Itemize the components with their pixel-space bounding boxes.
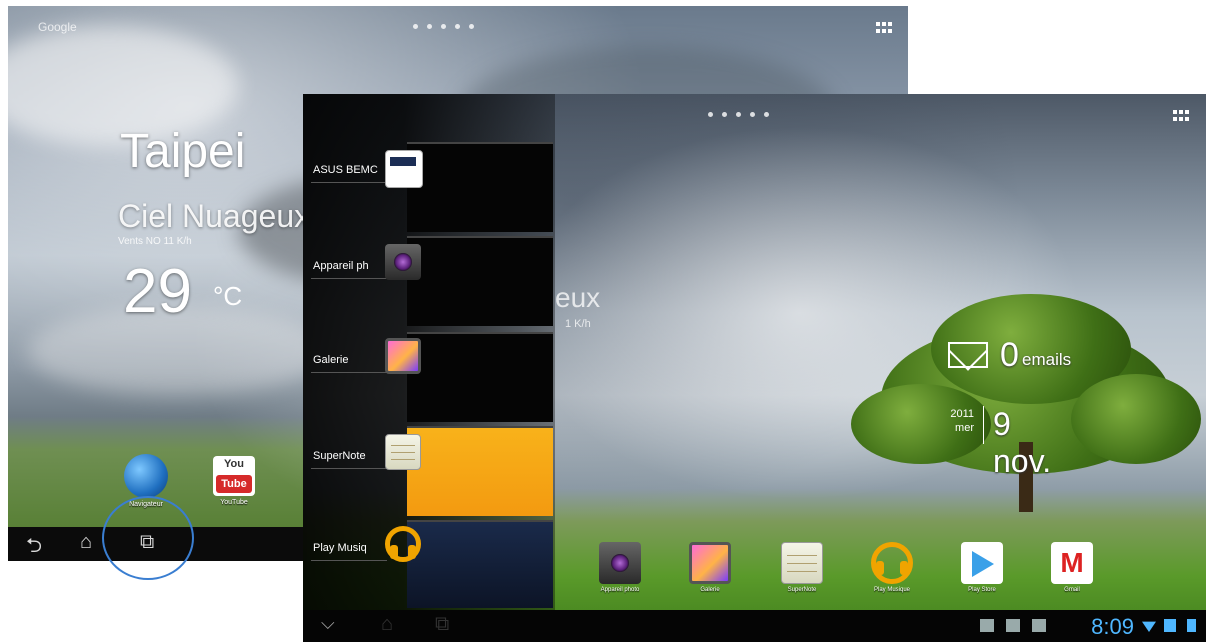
app-youtube[interactable]: You Tube YouTube [204, 456, 264, 506]
navigation-bar: ⌵ ⌂ ⧉ 8:09 [303, 610, 1206, 642]
app-label: YouTube [220, 499, 248, 506]
page-indicator [413, 24, 474, 29]
app-label: Play Store [968, 587, 996, 593]
supernote-icon [781, 542, 823, 584]
weather-winds: Vents NO 11 K/h [118, 236, 192, 247]
app-label: SuperNote [787, 587, 817, 593]
weather-city: Taipei [120, 125, 246, 178]
wifi-icon [1142, 621, 1156, 632]
email-count: 0 [1000, 336, 1019, 374]
gallery-icon [689, 542, 731, 584]
screenshot-icon [1032, 619, 1046, 632]
weather-unit: °C [213, 281, 243, 311]
front-tablet-screen: eux 1 K/h 0 emails 2011 mer 9 nov. ASUS … [303, 94, 1206, 642]
app-label: Gmail [1064, 587, 1080, 593]
weather-temperature: 29 [123, 257, 192, 326]
weather-winds-partial: 1 K/h [565, 318, 591, 330]
app-label: Play Musique [873, 587, 911, 593]
status-clock[interactable]: 8:09 [1091, 614, 1134, 640]
google-search-label[interactable]: Google [38, 20, 77, 34]
app-label: Galerie [700, 587, 720, 593]
gmail-icon: M [1051, 542, 1093, 584]
recent-apps-panel: ASUS BEMC Appareil ph Galerie SuperNote [303, 94, 555, 610]
recent-app-label: Galerie [313, 354, 349, 366]
gallery-icon [385, 338, 421, 374]
date-divider [983, 406, 984, 444]
highlight-circle [102, 496, 194, 580]
date-main: 9 nov. [993, 406, 1052, 479]
app-galerie[interactable]: Galerie [677, 542, 743, 593]
app-drawer-icon[interactable] [876, 22, 892, 34]
recent-app-label: ASUS BEMC [313, 164, 378, 176]
play-music-icon [385, 526, 421, 562]
recent-apps-icon[interactable]: ⧉ [435, 613, 449, 636]
weather-condition-partial: eux [555, 282, 601, 313]
back-icon[interactable]: ⮌ [26, 531, 42, 561]
notification-icon [980, 619, 994, 632]
home-icon[interactable]: ⌂ [80, 531, 92, 554]
play-music-icon [871, 542, 913, 584]
weather-condition: Ciel Nuageux [118, 198, 311, 234]
play-store-icon [961, 542, 1003, 584]
app-play-store[interactable]: Play Store [949, 542, 1015, 593]
app-gmail[interactable]: M Gmail [1039, 542, 1105, 593]
app-label: Appareil photo [600, 587, 640, 593]
globe-icon [124, 454, 168, 498]
camera-icon [385, 244, 421, 280]
date-year: 2011 [950, 408, 974, 420]
email-label: emails [1022, 350, 1072, 369]
app-drawer-icon[interactable] [1173, 110, 1189, 122]
sd-card-icon [1006, 619, 1020, 632]
asus-icon [385, 150, 423, 188]
page-indicator [708, 112, 769, 117]
chevron-down-icon[interactable]: ⌵ [321, 613, 335, 634]
app-supernote[interactable]: SuperNote [769, 542, 835, 593]
mail-icon [948, 342, 988, 368]
app-appareil-photo[interactable]: Appareil photo [587, 542, 653, 593]
recent-app-label: Play Musiq [313, 542, 367, 554]
signal-icon [1164, 619, 1176, 632]
recent-app-label: SuperNote [313, 450, 366, 462]
date-weekday: mer [955, 422, 974, 434]
youtube-icon: You Tube [213, 456, 255, 496]
battery-icon [1187, 619, 1196, 632]
app-play-musique[interactable]: Play Musique [859, 542, 925, 593]
home-icon[interactable]: ⌂ [381, 613, 393, 636]
supernote-icon [385, 434, 421, 470]
recent-app-label: Appareil ph [313, 260, 369, 272]
camera-icon [599, 542, 641, 584]
